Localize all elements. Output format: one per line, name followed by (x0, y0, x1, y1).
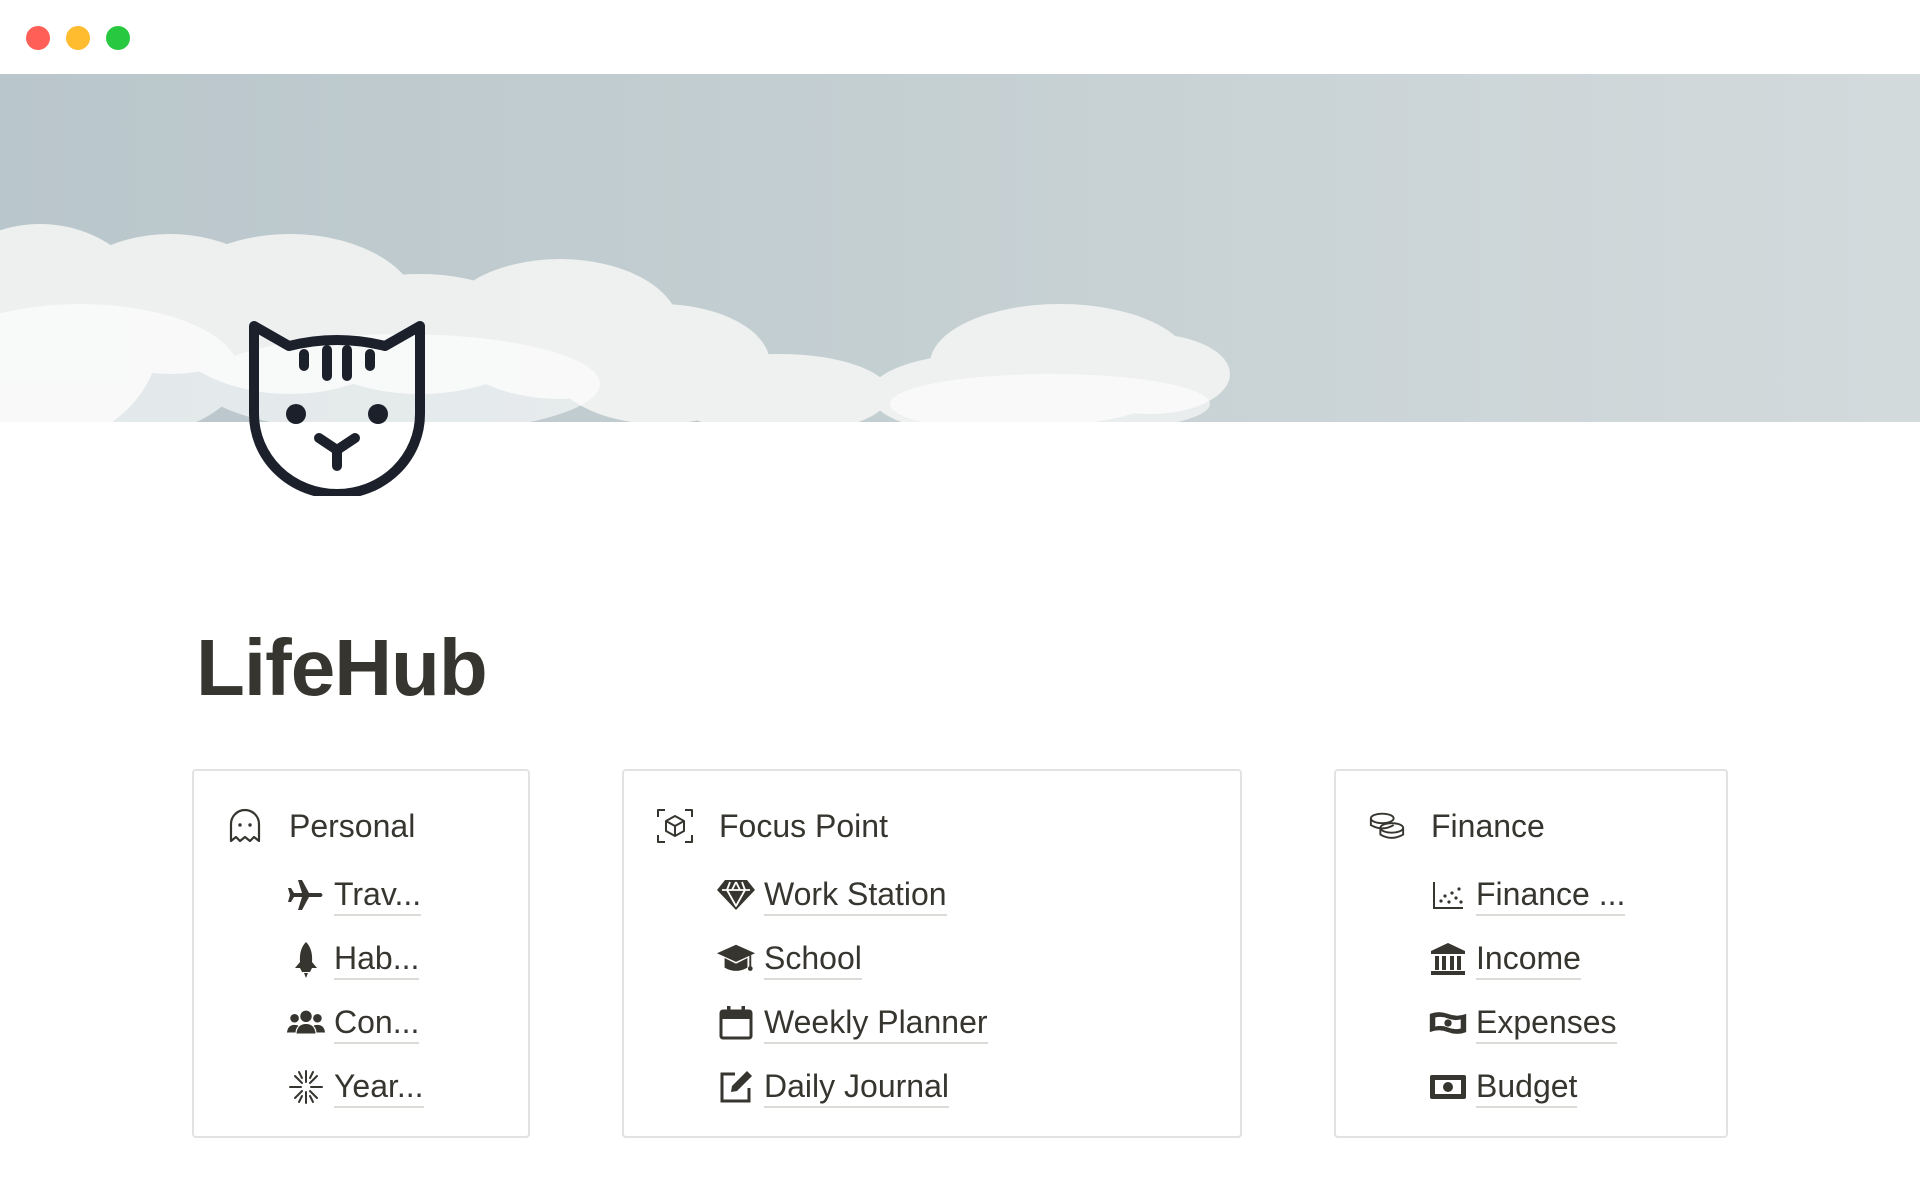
item-label: Finance ... (1476, 874, 1626, 916)
people-icon (286, 1003, 326, 1043)
close-window-button[interactable] (26, 26, 50, 50)
personal-link-travel[interactable]: Trav... (286, 863, 424, 927)
item-label: Year... (334, 1066, 424, 1108)
maximize-window-button[interactable] (106, 26, 130, 50)
calendar-icon (716, 1003, 756, 1043)
coins-icon (1368, 807, 1406, 845)
minimize-window-button[interactable] (66, 26, 90, 50)
item-label: Con... (334, 1002, 420, 1044)
ghost-icon (226, 807, 264, 845)
focus-link-daily-journal[interactable]: Daily Journal (716, 1055, 988, 1119)
graduation-cap-icon (716, 939, 756, 979)
item-label: Work Station (764, 874, 947, 916)
card-title-finance: Finance (1431, 807, 1545, 844)
personal-link-habits[interactable]: Hab... (286, 927, 424, 991)
item-label: School (764, 938, 862, 980)
finance-link-expenses[interactable]: Expenses (1428, 991, 1625, 1055)
page-title[interactable]: LifeHub (196, 628, 488, 708)
item-label: Expenses (1476, 1002, 1617, 1044)
money-bill-icon (1428, 1067, 1468, 1107)
item-label: Weekly Planner (764, 1002, 988, 1044)
money-bill-wave-icon (1428, 1003, 1468, 1043)
airplane-icon (286, 875, 326, 915)
focus-link-work-station[interactable]: Work Station (716, 863, 988, 927)
personal-link-contacts[interactable]: Con... (286, 991, 424, 1055)
gem-icon (716, 875, 756, 915)
focus-link-weekly-planner[interactable]: Weekly Planner (716, 991, 988, 1055)
item-label: Income (1476, 938, 1581, 980)
bank-icon (1428, 939, 1468, 979)
item-label: Budget (1476, 1066, 1578, 1108)
item-label: Daily Journal (764, 1066, 949, 1108)
personal-card[interactable]: Personal Trav... Hab... Con... Year... (192, 769, 530, 1138)
card-title-focus-point: Focus Point (719, 807, 888, 844)
finance-link-income[interactable]: Income (1428, 927, 1625, 991)
focus-point-card[interactable]: Focus Point Work Station School Weekly P… (622, 769, 1242, 1138)
rocket-icon (286, 939, 326, 979)
scatter-chart-icon (1428, 875, 1468, 915)
sparkle-burst-icon (286, 1067, 326, 1107)
cat-face-icon[interactable] (244, 316, 430, 499)
item-label: Trav... (334, 874, 422, 916)
finance-link-finance-overview[interactable]: Finance ... (1428, 863, 1626, 927)
item-label: Hab... (334, 938, 420, 980)
personal-link-year[interactable]: Year... (286, 1055, 424, 1119)
cube-scan-icon (656, 807, 694, 845)
focus-link-school[interactable]: School (716, 927, 988, 991)
edit-square-icon (716, 1067, 756, 1107)
finance-link-budget[interactable]: Budget (1428, 1055, 1625, 1119)
finance-card[interactable]: Finance Finance ... Income Expenses Budg… (1334, 769, 1728, 1138)
window-titlebar (0, 0, 1920, 74)
card-title-personal: Personal (289, 807, 416, 844)
